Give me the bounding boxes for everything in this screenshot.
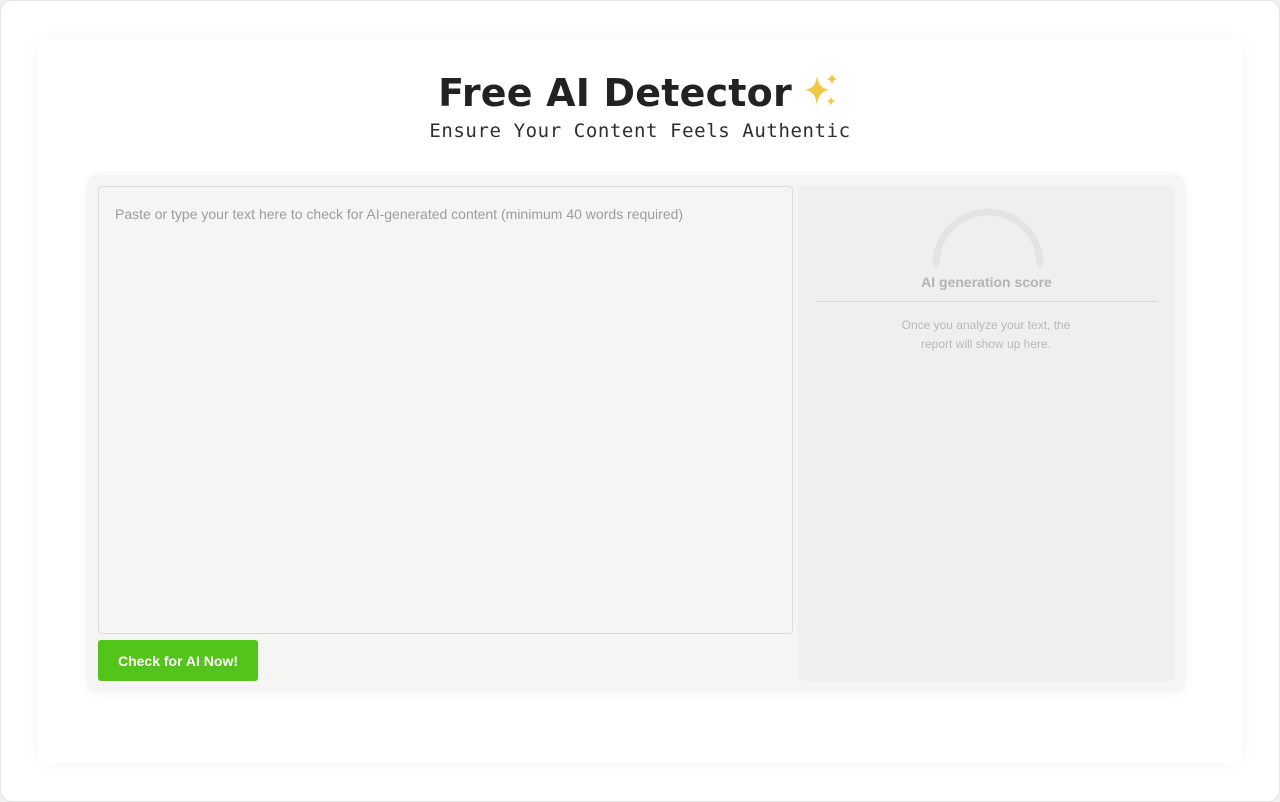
detector-card: Free AI Detector Ensure Your Content Fee…: [37, 39, 1243, 763]
report-panel: AI generation score Once you analyze you…: [798, 186, 1175, 681]
report-empty-message: Once you analyze your text, the report w…: [901, 318, 1071, 351]
report-divider: [815, 301, 1158, 302]
sparkles-icon: [804, 73, 838, 106]
page-title: Free AI Detector: [37, 69, 1243, 117]
check-for-ai-button[interactable]: Check for AI Now!: [98, 640, 258, 681]
score-label: AI generation score: [921, 274, 1052, 290]
detector-tool-panel: Check for AI Now! AI generation score On…: [87, 175, 1185, 693]
app-frame: Free AI Detector Ensure Your Content Fee…: [0, 0, 1280, 802]
text-input[interactable]: [98, 186, 793, 634]
score-gauge: [932, 208, 1044, 268]
page-title-text: Free AI Detector: [438, 71, 792, 115]
page-subtitle: Ensure Your Content Feels Authentic: [429, 120, 851, 142]
score-gauge-track: [932, 208, 1044, 268]
